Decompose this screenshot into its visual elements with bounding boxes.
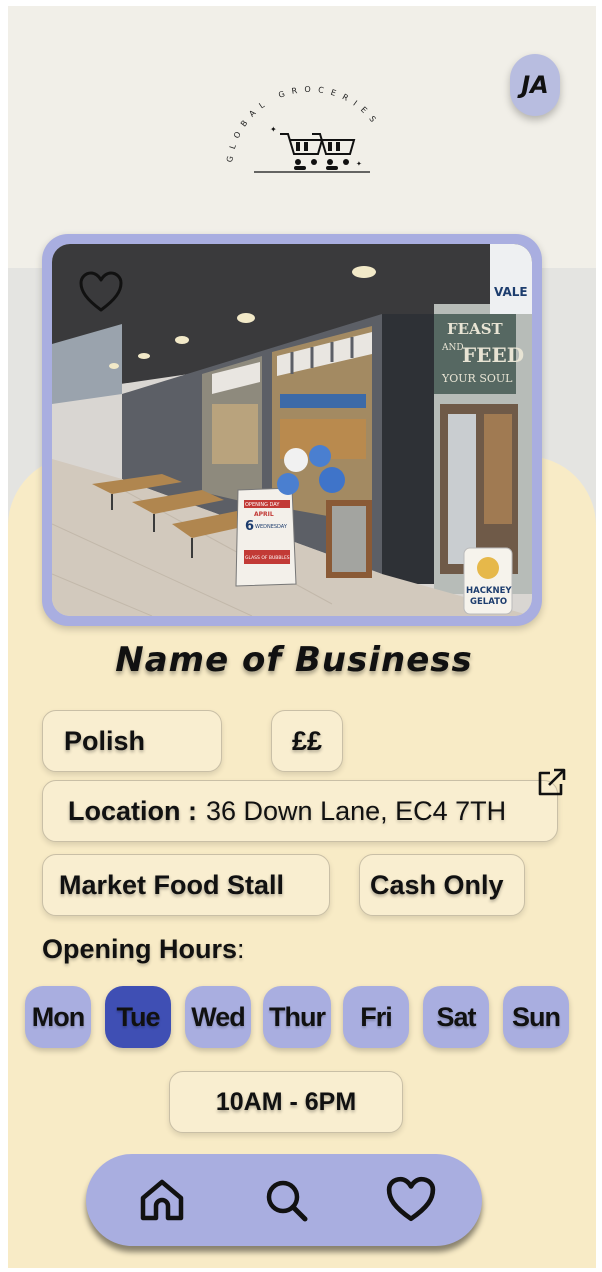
search-icon	[266, 1180, 308, 1222]
location-label: Location :	[68, 795, 197, 826]
gelato-line2: GELATO	[470, 597, 507, 607]
svg-text:GLOBAL GROCERIES: GLOBAL GROCERIES	[225, 85, 382, 163]
day-button-fri[interactable]: Fri	[343, 986, 409, 1048]
price-tag: ££	[271, 710, 343, 772]
day-button-wed[interactable]: Wed	[185, 986, 251, 1048]
day-label: Sun	[512, 1001, 561, 1032]
svg-text:✦: ✦	[270, 125, 277, 134]
opening-hours-heading: Opening Hours:	[42, 934, 245, 965]
day-button-sun[interactable]: Sun	[503, 986, 569, 1048]
location-field[interactable]: Location : 36 Down Lane, EC4 7TH	[42, 780, 558, 842]
business-type-label: Market Food Stall	[59, 869, 285, 900]
business-type-tag: Market Food Stall	[42, 854, 330, 916]
board-line5: GLASS OF BUBBLES	[245, 555, 290, 561]
cuisine-tag: Polish	[42, 710, 222, 772]
hours-value: 10AM - 6PM	[215, 1087, 357, 1116]
cuisine-label: Polish	[64, 725, 146, 756]
bottom-nav	[86, 1154, 482, 1246]
nav-home-button[interactable]	[134, 1172, 190, 1228]
location-value: 36 Down Lane, EC4 7TH	[206, 795, 507, 826]
day-label: Sat	[436, 1001, 476, 1032]
payment-tag: Cash Only	[359, 854, 525, 916]
shop-sign-line1: FEAST	[447, 320, 504, 338]
logo-text: GLOBAL GROCERIES	[225, 85, 375, 163]
day-label: Thur	[269, 1001, 326, 1032]
day-button-mon[interactable]: Mon	[25, 986, 91, 1048]
day-button-thur[interactable]: Thur	[263, 986, 331, 1048]
app-logo: GLOBAL GROCERIES ✦ ✦	[210, 84, 410, 184]
shop-sign-line2: AND	[441, 343, 464, 353]
shop-sign-line4: YOUR SOUL	[441, 372, 513, 385]
price-label: ££	[291, 725, 323, 756]
day-label: Wed	[191, 1001, 246, 1032]
nav-search-button[interactable]	[258, 1172, 314, 1228]
nav-favorites-button[interactable]	[383, 1172, 439, 1228]
shop-sign-line3: FEED	[462, 343, 524, 367]
day-label: Tue	[116, 1001, 161, 1032]
opening-hours-label: Opening Hours	[42, 934, 237, 964]
board-line3: 6	[245, 519, 254, 534]
open-map-icon[interactable]	[534, 766, 568, 800]
avatar-initials: JA	[521, 71, 549, 99]
board-line1: OPENING DAY	[245, 502, 280, 508]
day-button-sat[interactable]: Sat	[423, 986, 489, 1048]
board-line2: APRIL	[254, 511, 274, 518]
day-button-tue[interactable]: Tue	[105, 986, 171, 1048]
gelato-line1: HACKNEY	[466, 586, 512, 596]
heart-icon	[386, 1176, 436, 1222]
business-name: Name of Business	[115, 640, 473, 680]
home-icon	[140, 1179, 184, 1221]
opening-hours-colon: :	[237, 934, 245, 964]
payment-label: Cash Only	[370, 869, 504, 900]
user-avatar[interactable]: JA	[510, 54, 560, 116]
board-line4: WEDNESDAY	[255, 524, 288, 530]
favorite-heart-icon[interactable]	[78, 270, 124, 316]
hours-display: 10AM - 6PM	[169, 1071, 403, 1133]
storefront-photo: FEAST AND FEED YOUR SOUL VALE OPENING DA…	[52, 244, 532, 616]
corner-sign: VALE	[494, 285, 528, 299]
day-label: Mon	[31, 1001, 85, 1032]
svg-text:✦: ✦	[356, 160, 362, 168]
day-label: Fri	[360, 1001, 393, 1032]
